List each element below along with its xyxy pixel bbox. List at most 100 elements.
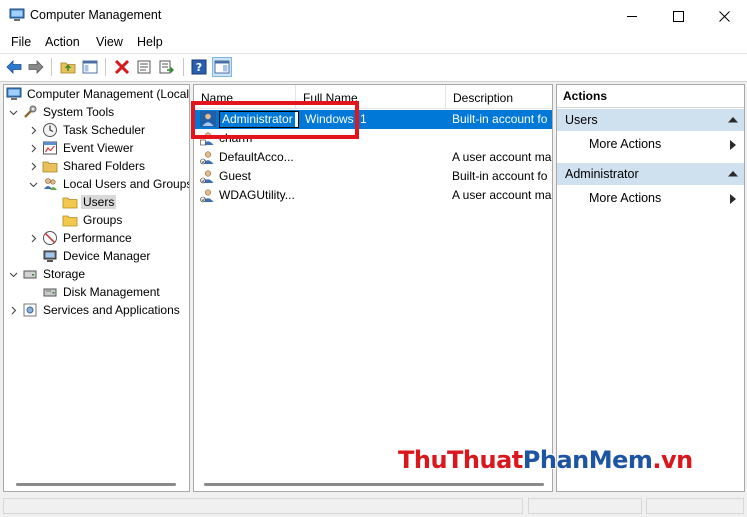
actions-section-administrator[interactable]: Administrator bbox=[557, 163, 744, 185]
toolbar-separator bbox=[183, 58, 184, 76]
tree-node-label: Users bbox=[81, 195, 117, 209]
action-label: More Actions bbox=[589, 191, 662, 205]
cell-name: DefaultAcco... bbox=[219, 150, 294, 164]
chevron-down-icon[interactable] bbox=[28, 179, 38, 189]
scrollbar-thumb[interactable] bbox=[204, 483, 544, 486]
tree-node-storage[interactable]: Storage bbox=[8, 265, 87, 283]
delete-button[interactable] bbox=[112, 57, 132, 77]
user-icon bbox=[200, 151, 214, 165]
tree-node-local-users-and-groups[interactable]: Local Users and Groups bbox=[28, 175, 189, 193]
show-hide-action-pane-button[interactable] bbox=[212, 57, 232, 77]
maximize-button[interactable] bbox=[655, 0, 701, 32]
actions-pane: Actions Users More Actions Administrator… bbox=[556, 84, 745, 492]
toolbar-separator bbox=[105, 58, 106, 76]
computer-icon bbox=[6, 86, 22, 102]
status-cell bbox=[3, 498, 523, 514]
close-button[interactable] bbox=[701, 0, 747, 32]
chevron-right-icon[interactable] bbox=[28, 161, 38, 171]
tree-node-users[interactable]: Users bbox=[48, 193, 117, 211]
toolbar: ? bbox=[0, 54, 747, 82]
disk-icon bbox=[42, 284, 58, 300]
cell-description: A user account ma bbox=[452, 150, 552, 164]
collapse-up-icon bbox=[728, 171, 738, 177]
menu-view[interactable]: View bbox=[96, 35, 123, 49]
tree-node-label: Services and Applications bbox=[43, 303, 180, 317]
menu-help[interactable]: Help bbox=[137, 35, 163, 49]
users-group-icon bbox=[42, 176, 58, 192]
export-list-button[interactable] bbox=[157, 57, 177, 77]
back-button[interactable] bbox=[4, 57, 24, 77]
properties-icon bbox=[137, 60, 151, 74]
help-icon: ? bbox=[191, 59, 207, 75]
system-tools-icon bbox=[22, 104, 38, 120]
menu-file[interactable]: File bbox=[11, 35, 31, 49]
minimize-icon bbox=[626, 15, 637, 17]
minimize-button[interactable] bbox=[609, 0, 655, 32]
folder-icon bbox=[62, 194, 78, 210]
action-more-actions-users[interactable]: More Actions bbox=[557, 133, 744, 155]
up-folder-button[interactable] bbox=[58, 57, 78, 77]
properties-button[interactable] bbox=[134, 57, 154, 77]
list-horizontal-scrollbar[interactable] bbox=[198, 481, 548, 489]
table-row-wdagutilityaccount[interactable]: WDAGUtility... A user account ma bbox=[194, 186, 552, 205]
computer-management-icon bbox=[9, 8, 25, 21]
actions-title: Actions bbox=[557, 85, 744, 108]
chevron-right-icon[interactable] bbox=[28, 233, 38, 243]
tree-node-label: Task Scheduler bbox=[63, 123, 146, 137]
status-cell bbox=[646, 498, 744, 514]
table-row-defaultaccount[interactable]: DefaultAcco... A user account ma bbox=[194, 148, 552, 167]
tree-node-services-and-applications[interactable]: Services and Applications bbox=[8, 301, 182, 319]
table-row-guest[interactable]: Guest Built-in account fo bbox=[194, 167, 552, 186]
chevron-right-icon[interactable] bbox=[28, 143, 38, 153]
actions-section-users[interactable]: Users bbox=[557, 109, 744, 131]
console-tree[interactable]: Computer Management (Local System Tools … bbox=[3, 84, 190, 492]
svg-text:?: ? bbox=[196, 61, 202, 74]
tree-node-disk-management[interactable]: Disk Management bbox=[28, 283, 162, 301]
column-header-description[interactable]: Description bbox=[446, 85, 552, 109]
show-hide-tree-button[interactable] bbox=[80, 57, 100, 77]
forward-button[interactable] bbox=[26, 57, 46, 77]
toolbar-separator bbox=[51, 58, 52, 76]
device-manager-icon bbox=[42, 248, 58, 264]
tree-node-label: Groups bbox=[83, 213, 123, 227]
users-list-view[interactable]: Name Full Name Description Administrator… bbox=[193, 84, 553, 492]
tree-node-system-tools[interactable]: System Tools bbox=[8, 103, 116, 121]
tree-node-label: Performance bbox=[63, 231, 132, 245]
tree-node-device-manager[interactable]: Device Manager bbox=[28, 247, 152, 265]
watermark-part: PhanMem bbox=[522, 446, 653, 474]
tree-node-shared-folders[interactable]: Shared Folders bbox=[28, 157, 147, 175]
tree-node-label: Device Manager bbox=[63, 249, 151, 263]
folder-up-icon bbox=[60, 62, 76, 74]
watermark-part: ThuThuat bbox=[398, 446, 523, 474]
cell-description: Built-in account fo bbox=[452, 112, 548, 126]
annotation-highlight-box bbox=[191, 101, 359, 139]
status-bar bbox=[0, 495, 747, 517]
tree-horizontal-scrollbar[interactable] bbox=[8, 481, 186, 489]
folder-icon bbox=[62, 212, 78, 228]
submenu-arrow-icon bbox=[730, 140, 736, 150]
cell-name: Guest bbox=[219, 169, 252, 183]
cell-description: A user account ma bbox=[452, 188, 552, 202]
tree-node-event-viewer[interactable]: Event Viewer bbox=[28, 139, 135, 157]
chevron-down-icon[interactable] bbox=[8, 269, 18, 279]
watermark-logo: ThuThuatPhanMem.vn bbox=[398, 446, 693, 474]
action-pane-icon bbox=[214, 60, 230, 74]
tree-node-label: Disk Management bbox=[63, 285, 160, 299]
chevron-right-icon[interactable] bbox=[28, 125, 38, 135]
menu-action[interactable]: Action bbox=[45, 35, 80, 49]
chevron-down-icon[interactable] bbox=[8, 107, 18, 117]
submenu-arrow-icon bbox=[730, 194, 736, 204]
export-list-icon bbox=[159, 60, 174, 74]
tree-node-performance[interactable]: Performance bbox=[28, 229, 134, 247]
help-button[interactable]: ? bbox=[189, 57, 209, 77]
tree-node-task-scheduler[interactable]: Task Scheduler bbox=[28, 121, 147, 139]
action-more-actions-administrator[interactable]: More Actions bbox=[557, 187, 744, 209]
scrollbar-thumb[interactable] bbox=[16, 483, 176, 486]
section-header-label: Users bbox=[565, 113, 598, 127]
tree-node-groups[interactable]: Groups bbox=[48, 211, 124, 229]
section-header-label: Administrator bbox=[565, 167, 639, 181]
tree-node-computer-management[interactable]: Computer Management (Local bbox=[6, 85, 189, 103]
chevron-right-icon[interactable] bbox=[8, 305, 18, 315]
